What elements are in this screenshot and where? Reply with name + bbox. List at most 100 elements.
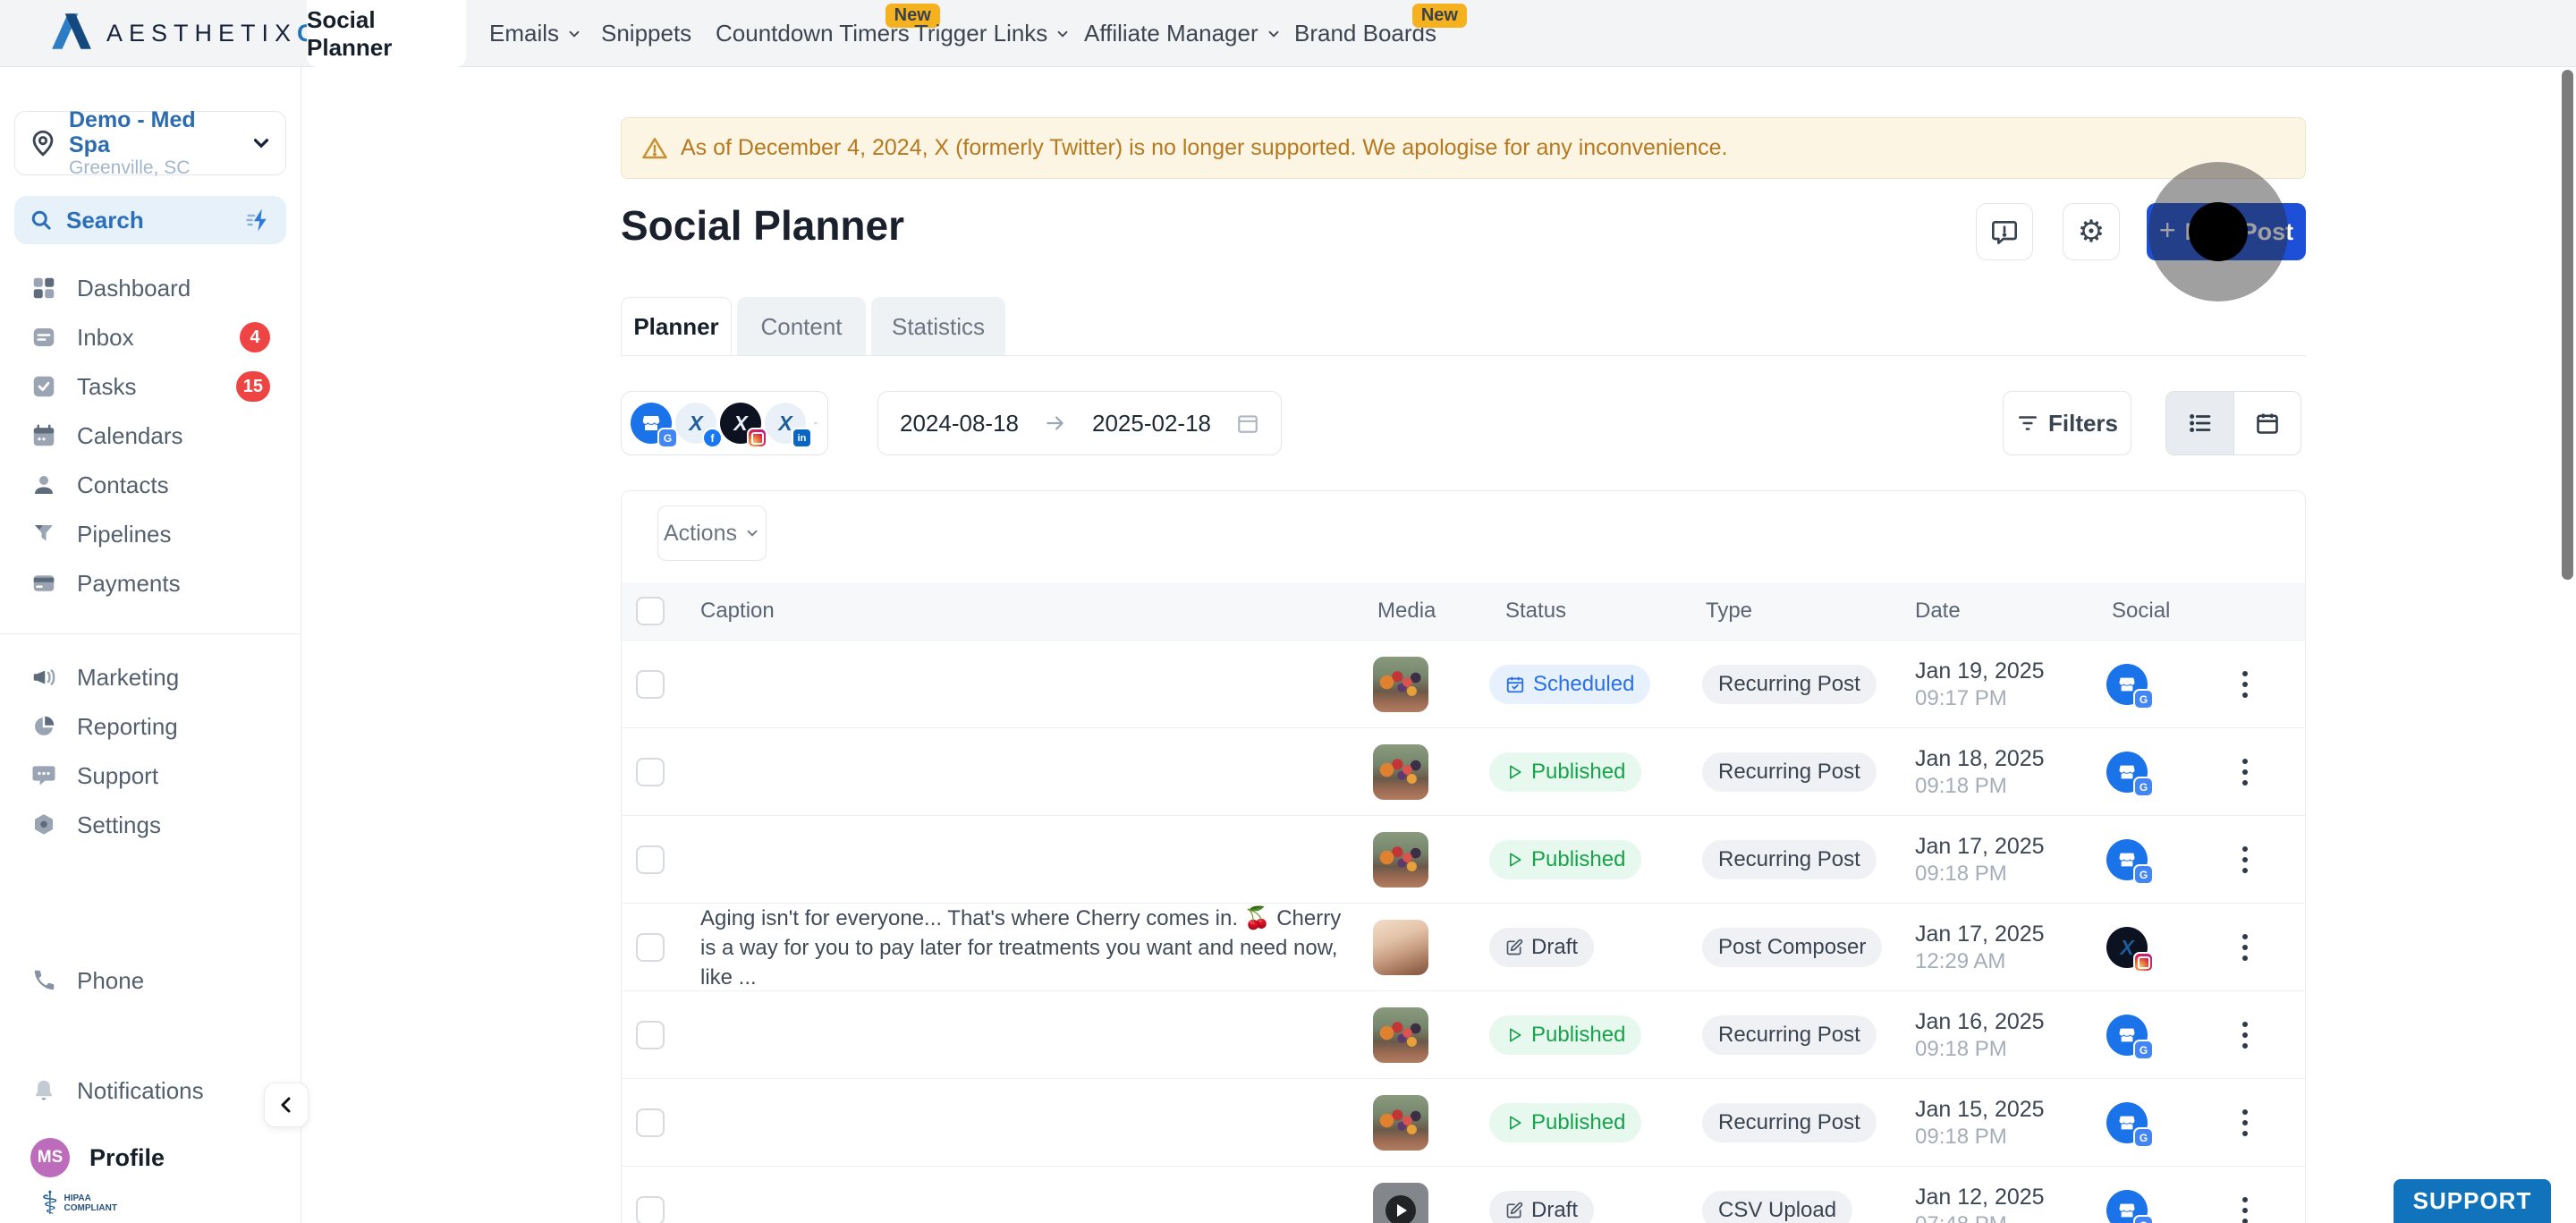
select-all-checkbox[interactable] [636, 597, 665, 625]
topnav-affiliate-manager[interactable]: Affiliate Manager [1084, 0, 1282, 67]
row-checkbox[interactable] [636, 1021, 665, 1049]
topnav-social-planner[interactable]: Social Planner [307, 0, 466, 67]
row-menu-button[interactable] [2237, 1188, 2253, 1223]
chevron-left-icon [275, 1094, 297, 1116]
date-to-value[interactable]: 2025-02-18 [1092, 410, 1211, 437]
vertical-scrollbar-thumb[interactable] [2562, 70, 2573, 580]
location-switcher[interactable]: Demo - Med Spa Greenville, SC [14, 111, 286, 175]
topnav-brand-boards[interactable]: Brand Boards New [1294, 0, 1436, 67]
posts-table-card: Actions Caption Media Status Type Date S… [621, 490, 2306, 1223]
sidebar-item-notifications[interactable]: Notifications [23, 1066, 283, 1116]
actions-button[interactable]: Actions [657, 505, 767, 561]
new-post-button[interactable]: + New Post [2147, 203, 2306, 260]
row-menu-button[interactable] [2237, 925, 2253, 970]
column-type: Type [1706, 582, 1752, 640]
sidebar-item-payments[interactable]: Payments [23, 558, 283, 608]
google-badge: G [2133, 1040, 2154, 1060]
google-business-avatar: G [2106, 1015, 2148, 1056]
tab-content[interactable]: Content [737, 297, 866, 356]
column-caption: Caption [700, 582, 775, 640]
google-badge: G [2133, 1127, 2154, 1148]
chevron-down-icon [744, 525, 760, 541]
tab-statistics[interactable]: Statistics [871, 297, 1005, 356]
post-time: 07:48 PM [1915, 1211, 2045, 1223]
row-checkbox[interactable] [636, 1108, 665, 1137]
row-menu-button[interactable] [2237, 750, 2253, 794]
sidebar-item-inbox[interactable]: Inbox 4 [23, 312, 283, 362]
google-badge: G [2133, 689, 2154, 709]
date-range-picker[interactable]: 2024-08-18 2025-02-18 [877, 391, 1282, 455]
table-row: Published Recurring Post Jan 17, 202509:… [622, 815, 2306, 903]
row-checkbox[interactable] [636, 933, 665, 962]
support-button[interactable]: SUPPORT [2394, 1179, 2551, 1223]
planner-settings-button[interactable]: ⚙ [2063, 203, 2120, 260]
calendar-view-button[interactable] [2233, 392, 2301, 454]
post-media-thumbnail [1373, 832, 1428, 888]
sidebar-item-calendars[interactable]: Calendars [23, 411, 283, 461]
topnav-trigger-links[interactable]: Trigger Links [914, 0, 1071, 67]
column-status: Status [1505, 582, 1566, 640]
row-checkbox[interactable] [636, 758, 665, 786]
sidebar-item-tasks[interactable]: Tasks 15 [23, 361, 283, 412]
sidebar-item-profile[interactable]: MS Profile [23, 1131, 283, 1185]
topnav-snippets[interactable]: Snippets [601, 0, 691, 67]
sidebar-item-pipelines[interactable]: Pipelines [23, 509, 283, 559]
instagram-badge [747, 428, 767, 448]
table-body: Scheduled Recurring Post Jan 19, 202509:… [622, 640, 2306, 1223]
play-icon [1505, 1114, 1523, 1132]
filters-button[interactable]: Filters [2003, 391, 2131, 455]
row-checkbox[interactable] [636, 670, 665, 699]
status-badge: Published [1489, 840, 1641, 879]
post-time: 12:29 AM [1915, 948, 2045, 975]
topnav-emails[interactable]: Emails [489, 0, 582, 67]
date-from-value[interactable]: 2024-08-18 [900, 410, 1019, 437]
google-business-avatar: G [2106, 752, 2148, 793]
row-menu-button[interactable] [2237, 837, 2253, 882]
search-input[interactable]: Search [14, 196, 286, 244]
sidebar-item-settings[interactable]: Settings [23, 800, 283, 850]
chevron-down-icon [1055, 26, 1071, 42]
social-accounts-filter[interactable]: G X f X X in [621, 391, 828, 455]
row-checkbox[interactable] [636, 845, 665, 874]
google-business-avatar: G [2106, 839, 2148, 880]
topnav-label: Emails [489, 20, 559, 47]
arrow-right-icon [1044, 412, 1067, 435]
sidebar-collapse-button[interactable] [264, 1083, 309, 1127]
tasks-count-badge: 15 [236, 371, 270, 402]
topnav-label: Trigger Links [914, 20, 1047, 47]
google-badge: G [2133, 1215, 2154, 1223]
type-badge: CSV Upload [1702, 1191, 1852, 1223]
chat-dots-icon [30, 762, 57, 789]
megaphone-icon [30, 664, 57, 691]
sidebar-item-support[interactable]: Support [23, 751, 283, 801]
tab-planner[interactable]: Planner [621, 297, 732, 356]
row-menu-button[interactable] [2237, 662, 2253, 707]
topnav-label: Affiliate Manager [1084, 20, 1258, 47]
row-menu-button[interactable] [2237, 1100, 2253, 1145]
calendar-icon [1236, 412, 1259, 435]
post-caption: Aging isn't for everyone... That's where… [700, 904, 1353, 992]
sidebar-item-dashboard[interactable]: Dashboard [23, 263, 283, 313]
sidebar-item-reporting[interactable]: Reporting [23, 701, 283, 752]
row-menu-button[interactable] [2237, 1013, 2253, 1057]
pie-chart-icon [30, 713, 57, 740]
linkedin-avatar[interactable]: X in [765, 403, 806, 444]
google-badge: G [2133, 864, 2154, 885]
table-row: Published Recurring Post Jan 18, 202509:… [622, 727, 2306, 815]
post-video-thumbnail [1373, 1183, 1428, 1223]
post-time: 09:18 PM [1915, 861, 2045, 888]
row-checkbox[interactable] [636, 1196, 665, 1223]
post-date: Jan 17, 2025 [1915, 832, 2045, 861]
facebook-avatar[interactable]: X f [675, 403, 716, 444]
sidebar-item-marketing[interactable]: Marketing [23, 652, 283, 702]
post-time: 09:18 PM [1915, 773, 2045, 800]
sidebar-item-contacts[interactable]: Contacts [23, 460, 283, 510]
feedback-button[interactable] [1976, 203, 2033, 260]
sidebar-item-phone[interactable]: Phone [23, 955, 283, 1006]
google-business-avatar[interactable]: G [631, 403, 672, 444]
status-badge: Draft [1489, 928, 1594, 967]
instagram-avatar[interactable]: X [720, 403, 761, 444]
list-view-button[interactable] [2166, 392, 2233, 454]
topnav-countdown-timers[interactable]: Countdown Timers New [716, 0, 910, 67]
sidebar-divider [0, 633, 301, 634]
